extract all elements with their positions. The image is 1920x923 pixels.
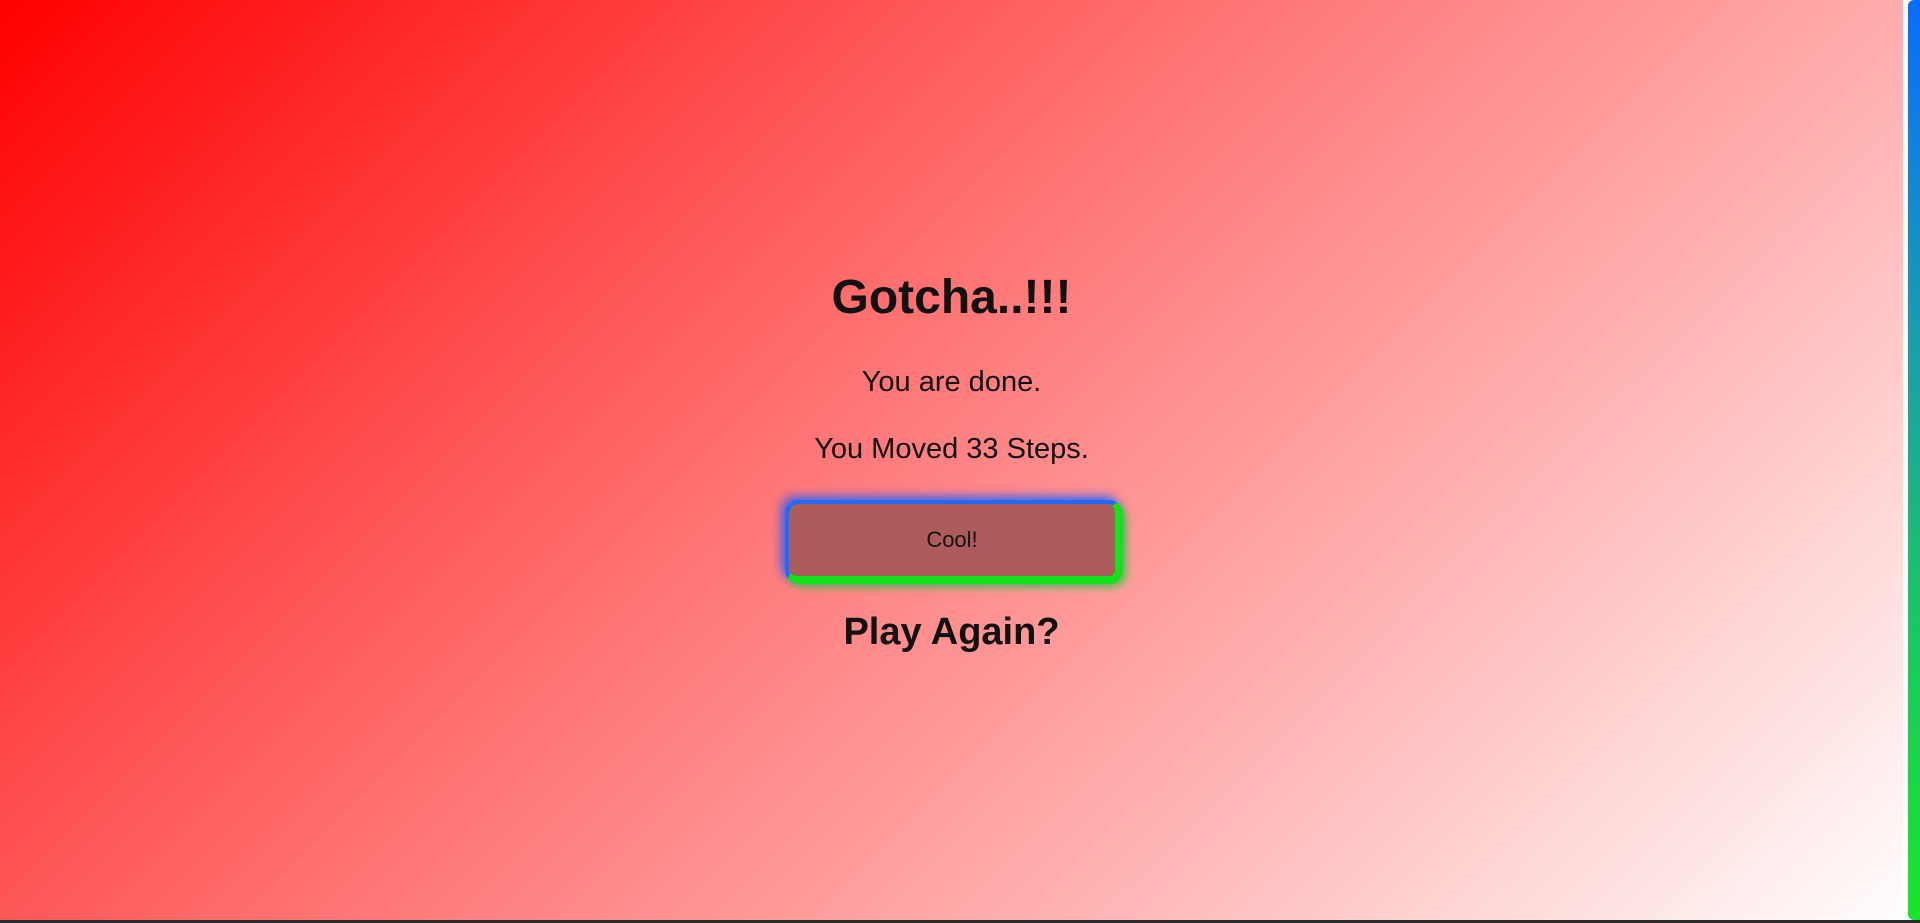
steps-message: You Moved 33 Steps. [814, 433, 1089, 465]
scrollbar-thumb[interactable] [1908, 0, 1920, 920]
cool-button-wrapper: Cool! [785, 500, 1123, 584]
vertical-scrollbar[interactable] [1903, 0, 1920, 920]
play-again-link[interactable]: Play Again? [0, 611, 1903, 654]
game-over-screen: Gotcha..!!! You are done. You Moved 33 S… [0, 0, 1903, 923]
done-message: You are done. [861, 366, 1042, 398]
game-over-title: Gotcha..!!! [831, 271, 1072, 324]
cool-button[interactable]: Cool! [785, 500, 1123, 584]
